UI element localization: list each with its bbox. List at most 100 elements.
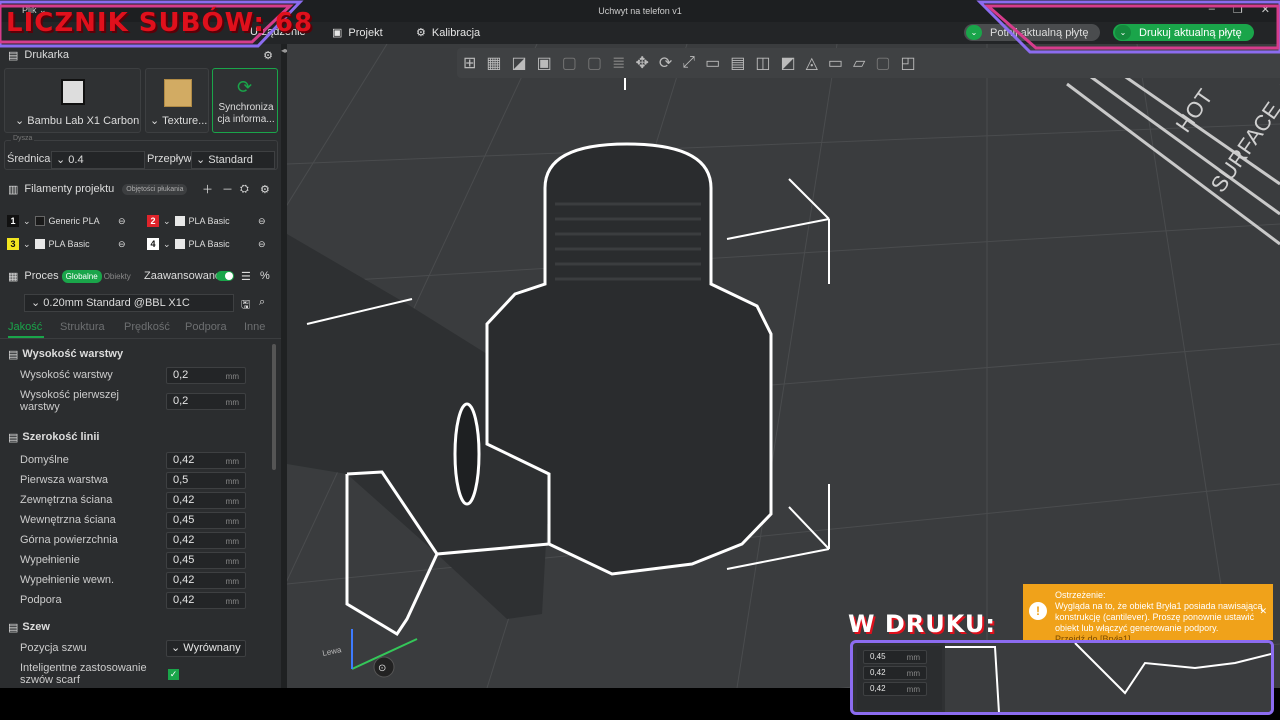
layers-icon[interactable]: ≣ <box>612 53 625 73</box>
search-icon[interactable]: ⌕ <box>259 296 265 309</box>
filament-edit-icon[interactable]: ⊖ <box>258 216 266 227</box>
move-icon[interactable]: ✥ <box>635 53 648 73</box>
line-width-label: Górna powierzchnia <box>20 534 118 546</box>
in-print-banner: W DRUKU: <box>848 610 996 638</box>
filament-item-2[interactable]: 2 ⌄ PLA Basic ⊖ <box>147 215 266 227</box>
process-profile-select[interactable]: ⌄ 0.20mm Standard @BBL X1C <box>24 294 234 312</box>
line-width-label: Wypełnienie <box>20 554 80 566</box>
sync-filament-icon[interactable]: ⛭ <box>240 183 249 196</box>
tab-calibration[interactable]: ⚙ Kalibracja <box>416 26 480 40</box>
plate-card[interactable]: ⌄ Texture... <box>145 68 209 133</box>
add-object-icon[interactable]: ⊞ <box>463 53 476 73</box>
purge-volumes-button[interactable]: Objętości płukania <box>122 183 188 195</box>
copy-icon[interactable]: ▢ <box>587 53 602 73</box>
flow-select[interactable]: ⌄ Standard <box>191 151 275 169</box>
close-icon[interactable]: ✕ <box>1259 606 1267 617</box>
settings-gear-icon[interactable]: ⚙ <box>263 49 273 62</box>
align-icon[interactable]: ▤ <box>730 53 745 73</box>
filament-item-4[interactable]: 4 ⌄ PLA Basic ⊖ <box>147 238 266 250</box>
line-width-input[interactable]: 0,42 mm <box>166 532 246 549</box>
close-icon[interactable]: ✕ <box>1261 3 1270 16</box>
line-width-input[interactable]: 0,45 mm <box>166 512 246 529</box>
camera-reset-icon[interactable]: ⊙ <box>378 663 386 674</box>
viewport-toolbar: ⊞ ▦ ◪ ▣ ▢ ▢ ≣ ✥ ⟳ ⤢ ▭ ▤ ◫ ◩ ◬ ▭ ▱ ▢ ◰ <box>457 48 1280 78</box>
add-filament-icon[interactable]: ＋ <box>202 181 213 197</box>
arrange-icon[interactable]: ▣ <box>537 53 552 73</box>
line-width-icon: ▤ <box>8 431 19 444</box>
tab-structure[interactable]: Struktura <box>60 321 105 333</box>
line-width-input[interactable]: 0,42 mm <box>166 492 246 509</box>
tab-other[interactable]: Inne <box>244 321 265 333</box>
split-icon[interactable]: ▢ <box>562 53 577 73</box>
maximize-icon[interactable]: ❐ <box>1233 3 1243 16</box>
plate-name: ⌄ Texture... <box>150 115 208 127</box>
bed-label-surface: SURFACE <box>1206 97 1280 196</box>
save-profile-icon[interactable]: 🖫 <box>241 296 250 315</box>
tab-project[interactable]: ▣ Projekt <box>332 26 383 40</box>
axis-label: Lewa <box>322 645 343 658</box>
rotate-icon[interactable]: ⟳ <box>659 53 672 73</box>
layer-height-section: ▤ Wysokość warstwy <box>8 348 124 361</box>
model-part[interactable] <box>287 142 773 637</box>
cut-icon[interactable]: ▭ <box>705 53 720 73</box>
line-width-input[interactable]: 0,42 mm <box>166 452 246 469</box>
filament-edit-icon[interactable]: ⊖ <box>258 239 266 250</box>
slice-plate-button[interactable]: ⌄ Potnij aktualną płytę <box>964 24 1101 41</box>
first-layer-height-input[interactable]: 0,2 mm <box>166 393 246 410</box>
filament-icon: ▥ <box>8 183 19 196</box>
print-preview-inset: 0,45 mm 0,42 mm 0,42 mm <box>850 640 1274 715</box>
scarf-checkbox[interactable]: ✓ <box>168 669 179 680</box>
tab-quality[interactable]: Jakość <box>8 321 42 333</box>
line-width-label: Podpora <box>20 594 62 606</box>
global-tab[interactable]: Globalne <box>61 269 102 283</box>
filaments-header: ▥ Filamenty projektu Objętości płukania … <box>8 181 270 197</box>
boolean-icon[interactable]: ◫ <box>755 53 770 73</box>
line-width-input[interactable]: 0,45 mm <box>166 552 246 569</box>
plate-thumbnail <box>164 79 192 107</box>
list-icon[interactable]: ☰ <box>241 270 251 283</box>
print-plate-button[interactable]: ⌄ Drukuj aktualną płytę <box>1113 24 1254 41</box>
sync-button[interactable]: ⟳ Synchroniza cja informa... <box>212 68 278 133</box>
tab-speed[interactable]: Prędkość <box>124 321 170 333</box>
printer-section-header: ▤ Drukarka ⚙ <box>8 49 273 62</box>
filament-settings-icon[interactable]: ⚙ <box>260 183 270 196</box>
layers-icon: ▤ <box>8 348 19 361</box>
line-width-input[interactable]: 0,5 mm <box>166 472 246 489</box>
remove-filament-icon[interactable]: － <box>222 181 233 197</box>
filament-edit-icon[interactable]: ⊖ <box>118 239 126 250</box>
line-width-section: ▤ Szerokość linii <box>8 431 100 444</box>
filament-edit-icon[interactable]: ⊖ <box>118 216 126 227</box>
nozzle-group: Dysza Średnica ⌄ 0.4 Przepływ ⌄ Standard <box>4 135 278 170</box>
chevron-down-icon: ⌄ <box>1115 25 1131 40</box>
orient-icon[interactable]: ◪ <box>512 53 527 73</box>
advanced-toggle[interactable] <box>216 271 234 281</box>
line-width-label: Wypełnienie wewn. <box>20 574 115 586</box>
process-icon: ▦ <box>8 270 19 283</box>
grid-icon[interactable]: ▦ <box>486 53 501 73</box>
printer-icon: ▤ <box>8 49 19 62</box>
objects-tab[interactable]: Obiekty <box>104 272 131 281</box>
layer-height-input[interactable]: 0,2 mm <box>166 367 246 384</box>
printer-card[interactable]: ⌄ Bambu Lab X1 Carbon <box>4 68 141 133</box>
compare-icon[interactable]: % <box>260 270 270 282</box>
scale-icon[interactable]: ⤢ <box>682 54 695 72</box>
warning-toast: ! Ostrzeżenie: Wygląda na to, że obiekt … <box>1023 584 1273 644</box>
sync-icon: ⟳ <box>237 77 253 97</box>
line-width-input[interactable]: 0,42 mm <box>166 592 246 609</box>
seam-paint-icon[interactable]: ◬ <box>806 53 818 73</box>
diameter-select[interactable]: ⌄ 0.4 <box>51 151 145 169</box>
filament-item-1[interactable]: 1 ⌄ Generic PLA ⊖ <box>7 215 126 227</box>
line-width-label: Domyślne <box>20 454 69 466</box>
text-icon[interactable]: ▱ <box>853 53 865 73</box>
filament-item-3[interactable]: 3 ⌄ PLA Basic ⊖ <box>7 238 126 250</box>
assemble-icon[interactable]: ▢ <box>875 53 890 73</box>
support-paint-icon[interactable]: ◩ <box>780 53 795 73</box>
line-width-input[interactable]: 0,42 mm <box>166 572 246 589</box>
measure-icon[interactable]: ▭ <box>828 53 843 73</box>
tab-support[interactable]: Podpora <box>185 321 227 333</box>
filament-color-swatch <box>174 216 185 226</box>
minimize-icon[interactable]: – <box>1209 3 1215 16</box>
settings-sidebar: ▤ Drukarka ⚙ ⌄ Bambu Lab X1 Carbon ⌄ Tex… <box>0 44 281 688</box>
seam-position-select[interactable]: ⌄ Wyrównany <box>166 640 246 657</box>
view-icon[interactable]: ◰ <box>900 53 915 73</box>
